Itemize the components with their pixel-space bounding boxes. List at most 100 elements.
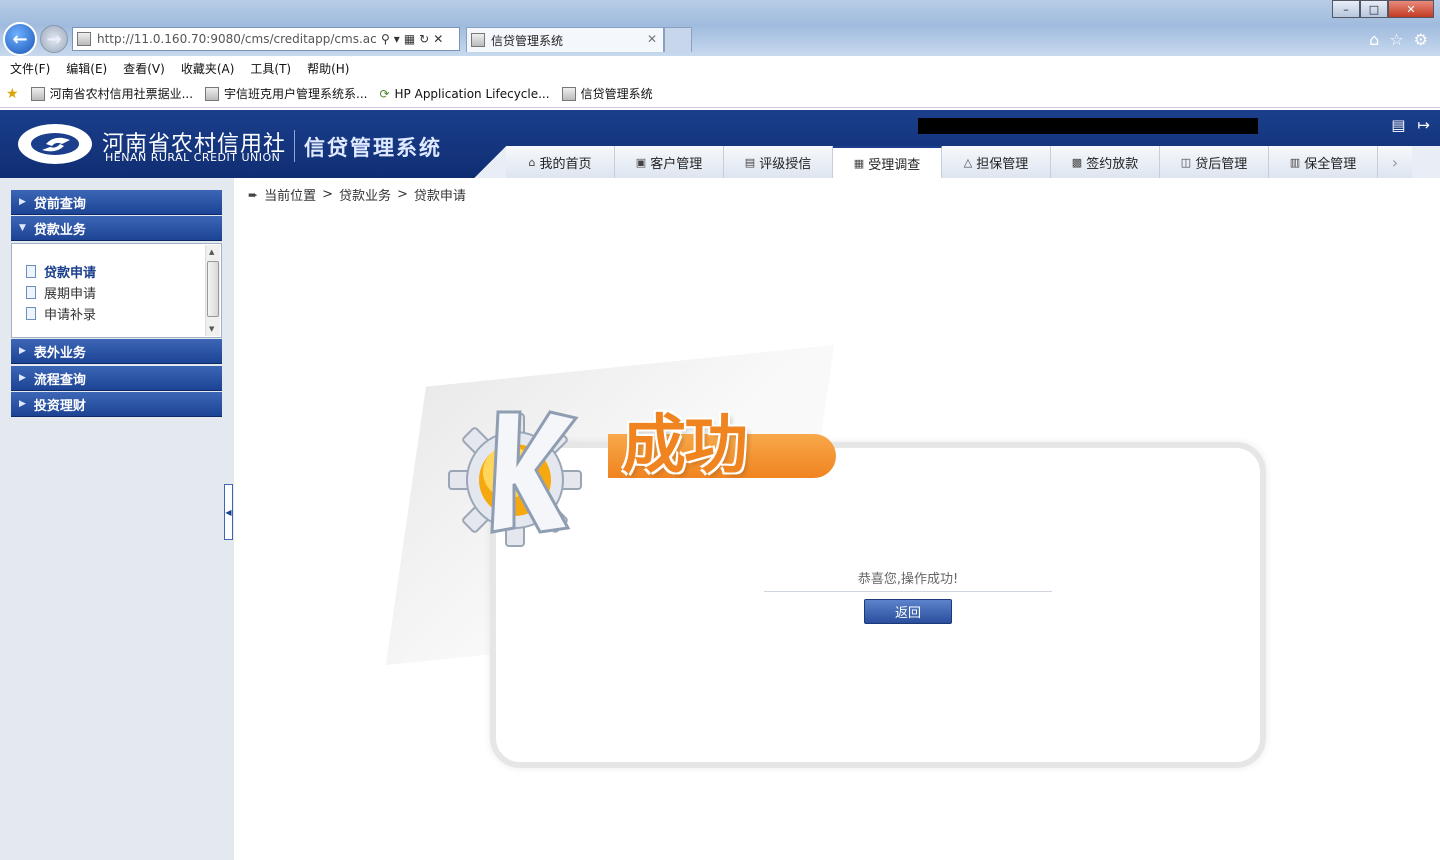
logout-icon[interactable]: ↦ [1417, 116, 1430, 134]
sidebar-section-loan-business[interactable]: ▼ 贷款业务 [11, 216, 222, 241]
nav-label: 贷后管理 [1195, 156, 1248, 172]
compat-view-icon[interactable]: ▦ [404, 32, 415, 46]
content-area: 成功 恭喜您,操作成功! 返回 [234, 210, 1440, 860]
favorite-label: HP Application Lifecycle... [394, 86, 550, 101]
submenu-item-supplementary-entry[interactable]: 申请补录 [26, 304, 96, 323]
return-button[interactable]: 返回 [864, 599, 952, 624]
nav-scroll-right-button[interactable]: › [1378, 146, 1412, 178]
page-favicon-icon [77, 32, 91, 46]
forward-button[interactable]: → [40, 25, 68, 53]
location-icon: ➨ [248, 187, 259, 202]
loan-business-submenu: 贷款申请 展期申请 申请补录 ▲ ▼ [11, 243, 222, 338]
refresh-icon[interactable]: ↻ [419, 32, 429, 46]
nav-item-postloan[interactable]: ◫ 贷后管理 [1160, 146, 1269, 178]
back-button[interactable]: ← [3, 22, 37, 56]
close-window-button[interactable]: ✕ [1388, 0, 1434, 18]
document-icon [26, 265, 36, 278]
nav-items: ⌂ 我的首页 ▣ 客户管理 ▤ 评级授信 ▦ 受理调查 △ 担保管理 ▩ 签约放款 ◫ 贷后管… [506, 146, 1440, 178]
tab-close-icon[interactable]: ✕ [647, 32, 657, 46]
browser-tab[interactable]: 信贷管理系统 ✕ [466, 27, 664, 52]
monitor-icon[interactable]: ▤ [1391, 116, 1405, 134]
nav-item-home[interactable]: ⌂ 我的首页 [506, 146, 615, 178]
nav-label: 受理调查 [868, 157, 921, 173]
favorite-label: 河南省农村信用社票据业... [49, 87, 194, 101]
refresh-loop-icon: ⟳ [379, 86, 390, 101]
caret-left-icon: ◀ [225, 507, 232, 517]
chevron-right-icon: › [1391, 152, 1399, 172]
minimize-button[interactable]: – [1332, 0, 1360, 18]
success-banner-text: 成功 [622, 409, 748, 483]
menu-favorites[interactable]: 收藏夹(A) [181, 60, 235, 77]
section-label: 贷前查询 [33, 196, 86, 212]
breadcrumb-item[interactable]: 贷款业务 [339, 185, 391, 204]
postloan-icon: ◫ [1180, 155, 1192, 169]
sidebar-section-offbalance[interactable]: ▶ 表外业务 [11, 339, 222, 364]
redacted-bar [918, 118, 1258, 134]
submenu-scrollbar[interactable]: ▲ ▼ [205, 245, 220, 336]
section-label: 贷款业务 [33, 222, 86, 238]
nav-label: 担保管理 [976, 156, 1029, 172]
submenu-item-extension-application[interactable]: 展期申请 [26, 283, 96, 302]
nav-slant [470, 146, 510, 178]
submenu-item-loan-application[interactable]: 贷款申请 [26, 262, 96, 281]
favorite-link[interactable]: 信贷管理系统 [561, 85, 653, 102]
menu-edit[interactable]: 编辑(E) [66, 60, 107, 77]
nav-item-survey[interactable]: ▦ 受理调查 [833, 146, 942, 178]
main-content: ➨ 当前位置 > 贷款业务 > 贷款申请 成功 恭喜您,操作成功! 返回 [234, 178, 1440, 860]
header-actions: ▤ ↦ [1391, 116, 1430, 134]
favorite-label: 宇信班克用户管理系统系... [224, 87, 368, 101]
rating-icon: ▤ [744, 155, 756, 169]
menu-help[interactable]: 帮助(H) [307, 60, 349, 77]
menu-tools[interactable]: 工具(T) [250, 60, 291, 77]
dropdown-icon[interactable]: ▾ [394, 32, 400, 46]
address-url[interactable]: http://11.0.160.70:9080/cms/creditapp/cm… [97, 32, 377, 46]
nav-label: 保全管理 [1304, 156, 1357, 172]
star-icon[interactable]: ☆ [1389, 30, 1403, 49]
arrow-right-icon: → [46, 28, 62, 50]
nav-item-guarantee[interactable]: △ 担保管理 [942, 146, 1051, 178]
nav-item-preserve[interactable]: ▥ 保全管理 [1269, 146, 1378, 178]
menu-bar: 文件(F) 编辑(E) 查看(V) 收藏夹(A) 工具(T) 帮助(H) [0, 56, 1440, 80]
contract-icon: ▩ [1071, 155, 1083, 169]
favorite-label: 信贷管理系统 [580, 87, 653, 101]
favorites-bar: ★ 河南省农村信用社票据业... 宇信班克用户管理系统系... ⟳ HP Appl… [0, 80, 1440, 108]
document-icon [26, 307, 36, 320]
nav-label: 我的首页 [539, 156, 592, 172]
search-icon[interactable]: ⚲ [381, 32, 390, 46]
stop-icon[interactable]: ✕ [433, 32, 443, 46]
logo-divider [294, 130, 295, 162]
scroll-up-icon[interactable]: ▲ [209, 248, 214, 256]
nav-label: 签约放款 [1086, 156, 1139, 172]
nav-item-customer[interactable]: ▣ 客户管理 [615, 146, 724, 178]
favorites-star-icon[interactable]: ★ [6, 86, 19, 102]
favorite-link[interactable]: 宇信班克用户管理系统系... [205, 85, 367, 102]
sidebar-section-process-query[interactable]: ▶ 流程查询 [11, 366, 222, 391]
section-label: 流程查询 [33, 372, 86, 388]
guarantee-icon: △ [963, 155, 973, 169]
browser-tool-icons: ⌂ ☆ ⚙ [1369, 30, 1428, 49]
sidebar-section-investment[interactable]: ▶ 投资理财 [11, 392, 222, 417]
home-icon[interactable]: ⌂ [1369, 30, 1379, 49]
menu-file[interactable]: 文件(F) [10, 60, 50, 77]
tab-favicon-icon [471, 33, 485, 47]
breadcrumb-item: 贷款申请 [413, 189, 466, 204]
page-icon [205, 86, 220, 101]
scroll-thumb[interactable] [207, 261, 219, 317]
scroll-down-icon[interactable]: ▼ [209, 325, 214, 333]
gear-icon[interactable]: ⚙ [1414, 30, 1428, 49]
menu-view[interactable]: 查看(V) [123, 60, 165, 77]
page-icon [561, 86, 576, 101]
sidebar-section-preloan-query[interactable]: ▶ 贷前查询 [11, 190, 222, 215]
maximize-button[interactable]: □ [1360, 0, 1388, 18]
favorite-link[interactable]: 河南省农村信用社票据业... [30, 85, 194, 102]
favorite-link[interactable]: ⟳ HP Application Lifecycle... [379, 87, 549, 101]
new-tab-button[interactable] [664, 27, 692, 52]
app-header: 河南省农村信用社 HENAN RURAL CREDIT UNION 信贷管理系统… [0, 110, 1440, 178]
survey-icon: ▦ [853, 156, 865, 170]
nav-item-contract[interactable]: ▩ 签约放款 [1051, 146, 1160, 178]
success-message: 恭喜您,操作成功! [764, 568, 1052, 592]
sidebar-collapse-handle[interactable]: ◀ [224, 484, 233, 540]
nav-item-rating[interactable]: ▤ 评级授信 [724, 146, 833, 178]
caret-right-icon: ▶ [19, 346, 26, 356]
address-bar[interactable]: http://11.0.160.70:9080/cms/creditapp/cm… [72, 27, 460, 51]
